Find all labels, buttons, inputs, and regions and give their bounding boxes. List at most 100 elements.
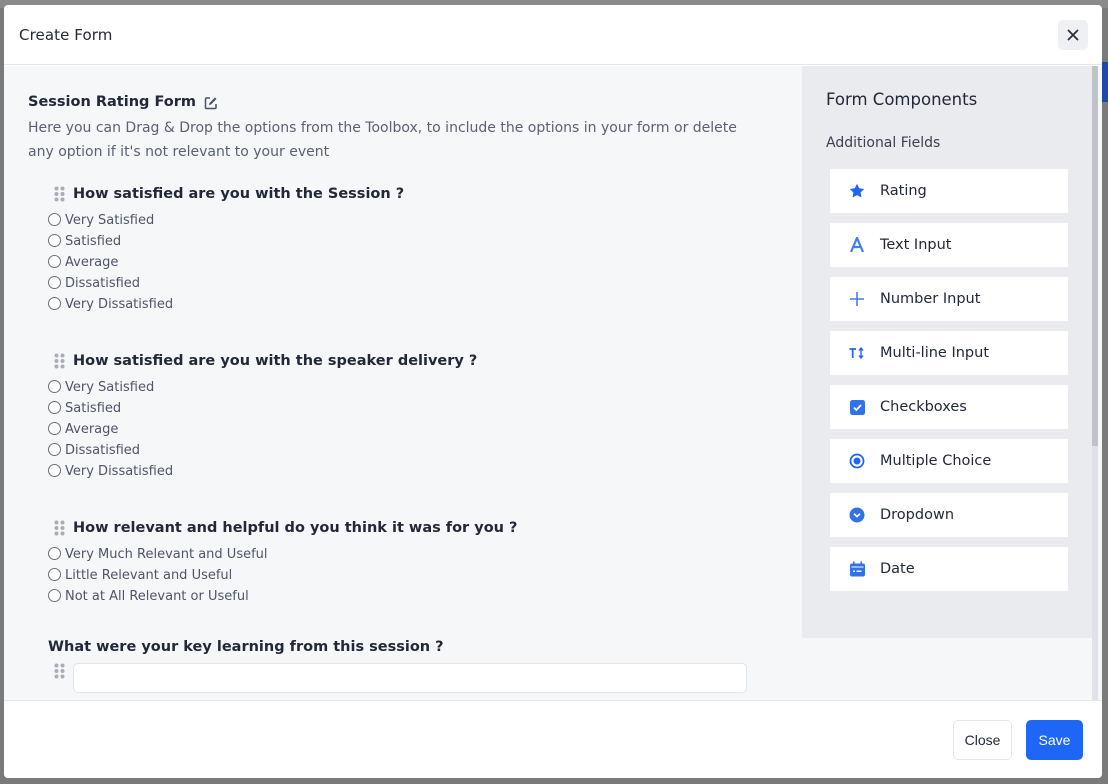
radio-option-label: Very Satisfied [65, 213, 155, 228]
question-label: How satisfied are you with the Session ? [73, 186, 405, 202]
form-title: Session Rating Form [28, 94, 196, 110]
component-label: Rating [880, 183, 927, 199]
form-description: Here you can Drag & Drop the options fro… [28, 120, 737, 160]
chevron-circle-icon [848, 506, 866, 524]
component-rating[interactable]: Rating [830, 169, 1068, 213]
radio-button[interactable] [48, 275, 61, 289]
component-multiple-choice[interactable]: Multiple Choice [830, 439, 1068, 483]
form-question: How satisfied are you with the speaker d… [28, 353, 802, 482]
radio-button[interactable] [48, 212, 61, 226]
component-number-input[interactable]: Number Input [830, 277, 1068, 321]
radio-option-label: Dissatisfied [65, 276, 141, 291]
radio-group: Very Much Relevant and Useful Little Rel… [48, 544, 802, 607]
radio-group: Very Satisfied Satisfied Average Dissati… [48, 377, 802, 482]
radio-option-label: Dissatisfied [65, 443, 141, 458]
question-label: How satisfied are you with the speaker d… [73, 353, 478, 369]
radio-option-label: Average [65, 422, 119, 437]
close-button[interactable]: Close [953, 719, 1012, 760]
radio-option[interactable]: Little Relevant and Useful [48, 565, 802, 586]
radio-option[interactable]: Average [48, 252, 802, 273]
radio-option[interactable]: Average [48, 419, 802, 440]
save-button[interactable]: Save [1026, 719, 1083, 760]
radio-button[interactable] [48, 463, 61, 477]
panel-scrollbar[interactable] [1092, 66, 1098, 700]
components-title: Form Components [826, 90, 978, 109]
form-canvas: Session Rating Form Here you can Drag & … [4, 66, 802, 700]
calendar-icon [848, 560, 866, 578]
drag-handle-icon[interactable] [54, 663, 65, 679]
modal-footer: Close Save [4, 700, 1102, 778]
component-date[interactable]: Date [830, 547, 1068, 591]
radio-option-label: Satisfied [65, 234, 122, 249]
modal-title: Create Form [19, 25, 113, 44]
question-label: What were your key learning from this se… [48, 639, 444, 655]
radio-option[interactable]: Very Dissatisfied [48, 294, 802, 315]
radio-button[interactable] [48, 379, 61, 393]
component-label: Checkboxes [880, 399, 967, 415]
edit-icon[interactable] [204, 95, 218, 110]
plus-icon [848, 290, 866, 308]
additional-fields-label: Additional Fields [826, 135, 941, 151]
radio-option[interactable]: Very Satisfied [48, 377, 802, 398]
modal-close-button[interactable] [1058, 19, 1088, 50]
component-dropdown[interactable]: Dropdown [830, 493, 1068, 537]
radio-option[interactable]: Satisfied [48, 231, 802, 252]
star-icon [848, 182, 866, 200]
radio-option-label: Very Satisfied [65, 380, 155, 395]
form-question [28, 663, 802, 693]
form-question: How satisfied are you with the Session ?… [28, 186, 802, 315]
radio-option-label: Very Much Relevant and Useful [65, 547, 268, 562]
radio-option[interactable]: Very Satisfied [48, 210, 802, 231]
radio-dot-icon [848, 452, 866, 470]
form-question: How relevant and helpful do you think it… [28, 520, 802, 607]
form-title-row: Session Rating Form [28, 94, 802, 110]
form-components-panel: Form Components Additional Fields Rating… [802, 66, 1098, 700]
radio-button[interactable] [48, 421, 61, 435]
component-label: Number Input [880, 291, 981, 307]
radio-option[interactable]: Dissatisfied [48, 273, 802, 294]
key-learning-input[interactable] [73, 663, 747, 693]
radio-option[interactable]: Satisfied [48, 398, 802, 419]
component-multiline-input[interactable]: Multi-line Input [830, 331, 1068, 375]
close-icon [1067, 29, 1079, 40]
checkbox-icon [848, 398, 866, 416]
radio-option-label: Very Dissatisfied [65, 464, 174, 479]
radio-option[interactable]: Dissatisfied [48, 440, 802, 461]
component-label: Dropdown [880, 507, 955, 523]
component-checkboxes[interactable]: Checkboxes [830, 385, 1068, 429]
text-height-icon [848, 344, 866, 362]
radio-button[interactable] [48, 400, 61, 414]
component-text-input[interactable]: Text Input [830, 223, 1068, 267]
radio-button[interactable] [48, 588, 61, 602]
component-list: Rating Text Input Number Input Multi-lin… [826, 169, 1096, 591]
modal-header: Create Form [4, 5, 1102, 65]
radio-option[interactable]: Very Dissatisfied [48, 461, 802, 482]
drag-handle-icon[interactable] [54, 186, 65, 202]
radio-option[interactable]: Not at All Relevant or Useful [48, 586, 802, 607]
component-label: Date [880, 561, 915, 577]
radio-option-label: Very Dissatisfied [65, 297, 174, 312]
radio-button[interactable] [48, 254, 61, 268]
page-backdrop-accent [1102, 62, 1108, 102]
radio-group: Very Satisfied Satisfied Average Dissati… [48, 210, 802, 315]
modal-body: Session Rating Form Here you can Drag & … [4, 66, 1102, 700]
component-label: Multi-line Input [880, 345, 989, 361]
radio-button[interactable] [48, 296, 61, 310]
create-form-modal: Create Form Session Rating Form Here you… [4, 5, 1102, 778]
radio-button[interactable] [48, 567, 61, 581]
component-label: Text Input [880, 237, 952, 253]
radio-button[interactable] [48, 546, 61, 560]
radio-button[interactable] [48, 442, 61, 456]
radio-option-label: Not at All Relevant or Useful [65, 589, 249, 604]
question-label: How relevant and helpful do you think it… [73, 520, 518, 536]
radio-option-label: Average [65, 255, 119, 270]
component-label: Multiple Choice [880, 453, 992, 469]
drag-handle-icon[interactable] [54, 520, 65, 536]
drag-handle-icon[interactable] [54, 353, 65, 369]
radio-option-label: Little Relevant and Useful [65, 568, 233, 583]
radio-option-label: Satisfied [65, 401, 122, 416]
scrollbar-thumb[interactable] [1092, 66, 1098, 446]
radio-option[interactable]: Very Much Relevant and Useful [48, 544, 802, 565]
text-a-icon [848, 236, 866, 254]
radio-button[interactable] [48, 233, 61, 247]
